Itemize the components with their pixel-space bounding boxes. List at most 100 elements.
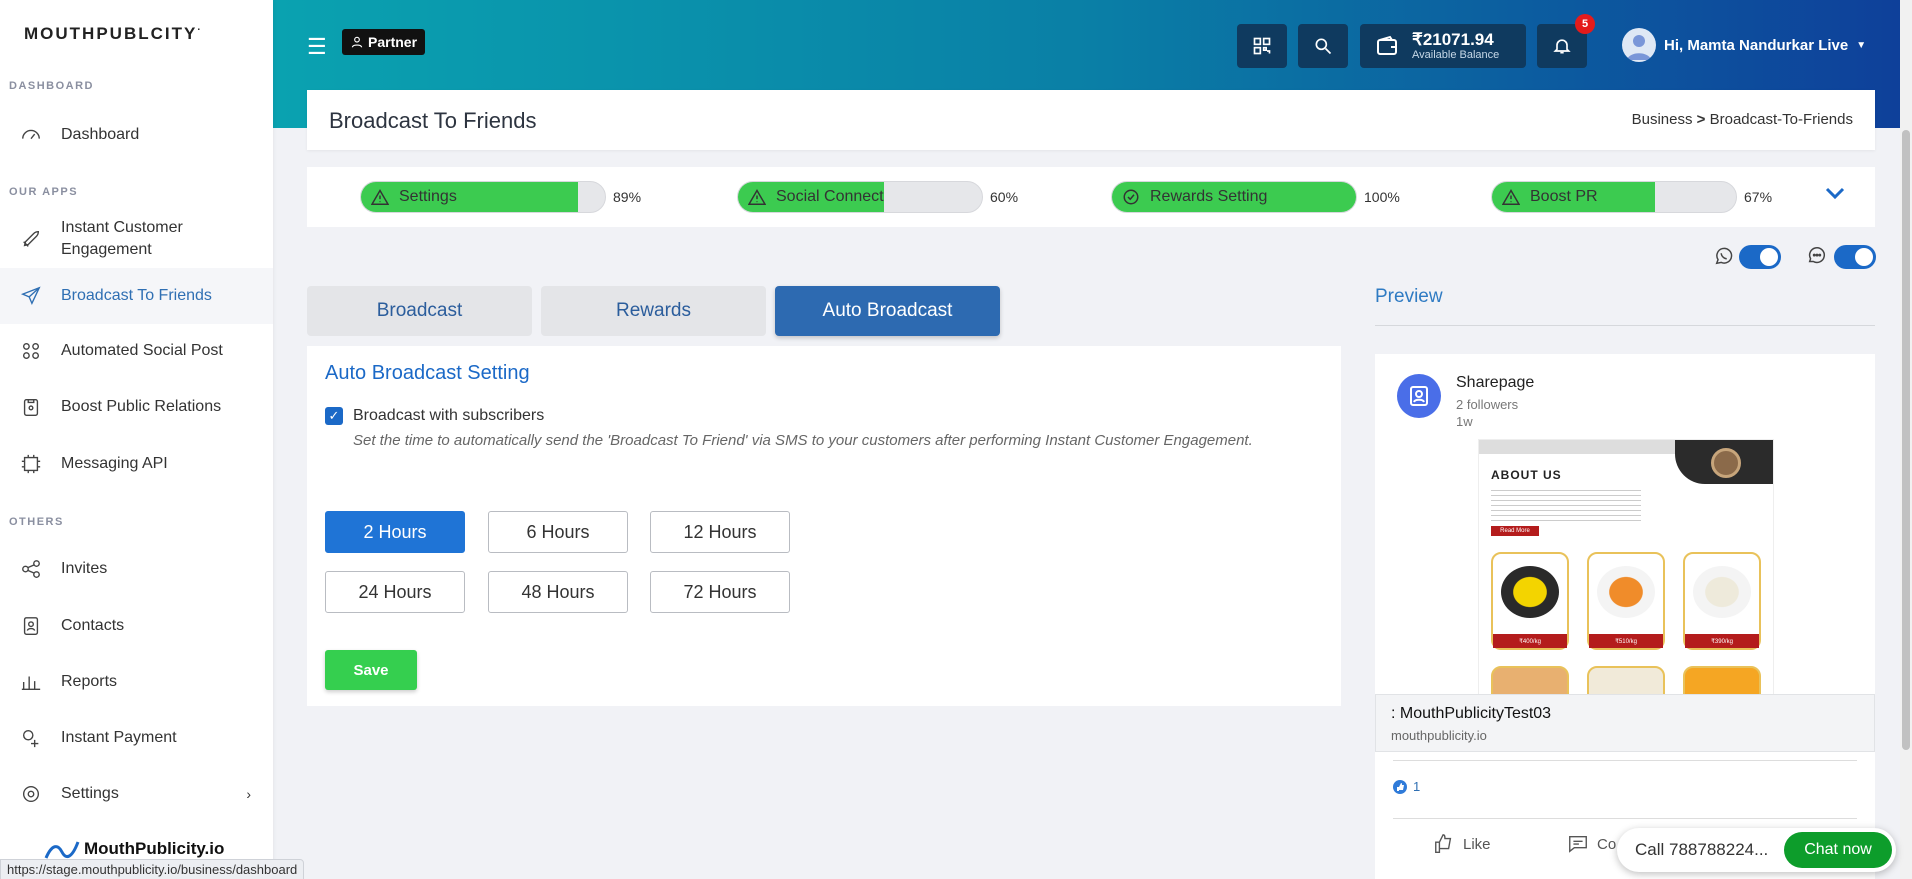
subscribers-checkbox[interactable]: ✓ xyxy=(325,407,343,425)
followers-count: 2 followers xyxy=(1456,397,1519,412)
breadcrumb-parent[interactable]: Business xyxy=(1632,111,1693,128)
clipboard-icon xyxy=(20,396,42,418)
progress-label: Rewards Setting xyxy=(1122,182,1267,212)
progress-label: Social Connect xyxy=(748,182,884,212)
sidebar-item-label: Contacts xyxy=(61,617,125,634)
progress-percent: 89% xyxy=(613,189,642,205)
like-button[interactable]: Like xyxy=(1433,833,1491,855)
avatar xyxy=(1622,28,1656,62)
hours-option-24[interactable]: 24 Hours xyxy=(325,571,465,613)
check-circle-icon xyxy=(1123,189,1139,205)
sidebar-item-settings[interactable]: Settings › xyxy=(0,767,273,821)
qr-code-icon xyxy=(1253,37,1271,55)
chart-icon xyxy=(20,671,42,693)
link-domain: mouthpublicity.io xyxy=(1391,728,1487,743)
sidebar-item-label: Reports xyxy=(61,673,118,690)
progress-label: Boost PR xyxy=(1502,182,1598,212)
logo[interactable]: MOUTHPUBLCITY· xyxy=(24,24,203,44)
preview-post-card: Sharepage 2 followers 1w ABOUT US Read M… xyxy=(1375,354,1875,879)
rocket-icon xyxy=(20,228,42,250)
payment-icon xyxy=(20,727,42,749)
hours-option-6[interactable]: 6 Hours xyxy=(488,511,628,553)
save-button[interactable]: Save xyxy=(325,650,417,690)
sidebar-item-boost-public-relations[interactable]: Boost Public Relations xyxy=(0,380,273,434)
progress-percent: 100% xyxy=(1364,189,1400,205)
balance-amount: ₹21071.94 xyxy=(1412,30,1494,49)
product-tile: ₹390/kg xyxy=(1683,552,1761,650)
sidebar-item-label: Settings xyxy=(61,785,119,802)
hamburger-icon[interactable]: ☰ xyxy=(307,34,327,60)
qr-button[interactable] xyxy=(1237,24,1287,68)
sidebar-item-reports[interactable]: Reports xyxy=(0,655,273,709)
product-plate xyxy=(1693,566,1751,618)
divider xyxy=(1393,818,1857,819)
share-icon xyxy=(20,558,42,580)
tab-broadcast[interactable]: Broadcast xyxy=(307,286,532,336)
divider xyxy=(1375,325,1875,326)
progress-social-connect[interactable]: Social Connect xyxy=(737,181,983,213)
search-button[interactable] xyxy=(1298,24,1348,68)
scrollbar-thumb[interactable] xyxy=(1902,130,1910,750)
price-tag: ₹510/kg xyxy=(1589,634,1663,648)
wallet-balance[interactable]: ₹21071.94 Available Balance xyxy=(1360,24,1526,68)
progress-settings[interactable]: Settings xyxy=(360,181,606,213)
thumbs-up-reaction-icon xyxy=(1393,779,1407,794)
call-number[interactable]: Call 788788224... xyxy=(1635,840,1768,860)
user-menu[interactable]: Hi, Mamta Nandurkar Live ▼ xyxy=(1622,28,1866,62)
sms-toggle[interactable] xyxy=(1834,245,1876,269)
sidebar-item-instant-payment[interactable]: Instant Payment xyxy=(0,711,273,765)
progress-rewards-setting[interactable]: Rewards Setting xyxy=(1111,181,1357,213)
sidebar-item-label: Broadcast To Friends xyxy=(61,287,212,304)
sidebar-item-invites[interactable]: Invites xyxy=(0,542,273,596)
page-title: Broadcast To Friends xyxy=(329,108,537,133)
product-bowl xyxy=(1501,566,1559,618)
price-tag: ₹400/kg xyxy=(1493,634,1567,648)
whatsapp-toggle[interactable] xyxy=(1739,245,1781,269)
tab-auto-broadcast[interactable]: Auto Broadcast xyxy=(775,286,1000,336)
warning-icon xyxy=(1502,189,1520,205)
reaction-count: 1 xyxy=(1413,779,1421,794)
chat-now-button[interactable]: Chat now xyxy=(1784,832,1892,868)
bottom-brand: MouthPublicity.io xyxy=(44,838,224,860)
wallet-icon xyxy=(1377,35,1397,55)
product-tile-partial xyxy=(1491,666,1569,695)
chevron-down-icon[interactable] xyxy=(1825,183,1845,206)
section-title: Auto Broadcast Setting xyxy=(325,362,530,384)
partner-button[interactable]: Partner xyxy=(342,29,426,55)
sidebar-item-dashboard[interactable]: Dashboard xyxy=(0,108,273,162)
social-icon xyxy=(20,340,42,362)
link-preview[interactable]: : MouthPublicityTest03 mouthpublicity.io xyxy=(1375,694,1875,752)
tab-rewards[interactable]: Rewards xyxy=(541,286,766,336)
sidebar-item-label: Instant Payment xyxy=(61,729,177,746)
auto-broadcast-card: Auto Broadcast Setting ✓ Broadcast with … xyxy=(307,346,1341,706)
product-tile-partial xyxy=(1683,666,1761,695)
sidebar-item-messaging-api[interactable]: Messaging API xyxy=(0,437,273,491)
page-scrollbar[interactable] xyxy=(1900,0,1912,879)
sidebar-item-instant-customer-engagement[interactable]: Instant Customer Engagement xyxy=(0,212,273,266)
checkbox-label[interactable]: Broadcast with subscribers xyxy=(353,407,544,425)
chat-widget: Call 788788224... Chat now xyxy=(1617,828,1896,872)
section-dashboard: DASHBOARD xyxy=(9,80,94,92)
read-more-button: Read More xyxy=(1491,526,1539,536)
bell-icon xyxy=(1553,39,1571,54)
warning-icon xyxy=(748,189,766,205)
hours-option-2[interactable]: 2 Hours xyxy=(325,511,465,553)
comment-button[interactable]: Co xyxy=(1567,833,1616,855)
sidebar-item-automated-social-post[interactable]: Automated Social Post xyxy=(0,324,273,378)
product-plate xyxy=(1597,566,1655,618)
sidebar-item-contacts[interactable]: Contacts xyxy=(0,599,273,653)
user-greeting: Hi, Mamta Nandurkar Live xyxy=(1664,36,1849,54)
sidebar-item-broadcast-to-friends[interactable]: Broadcast To Friends xyxy=(0,268,273,324)
hours-option-48[interactable]: 48 Hours xyxy=(488,571,628,613)
section-others: OTHERS xyxy=(9,516,64,528)
progress-boost-pr[interactable]: Boost PR xyxy=(1491,181,1737,213)
comment-icon xyxy=(1569,835,1587,853)
product-tile-partial xyxy=(1587,666,1665,695)
hours-option-72[interactable]: 72 Hours xyxy=(650,571,790,613)
link-title: : MouthPublicityTest03 xyxy=(1391,705,1552,722)
sidebar-item-label: Invites xyxy=(61,560,108,577)
caret-down-icon: ▼ xyxy=(1856,39,1867,51)
breadcrumb-separator: > xyxy=(1696,111,1706,128)
hours-option-12[interactable]: 12 Hours xyxy=(650,511,790,553)
thumbs-up-icon xyxy=(1435,834,1452,853)
